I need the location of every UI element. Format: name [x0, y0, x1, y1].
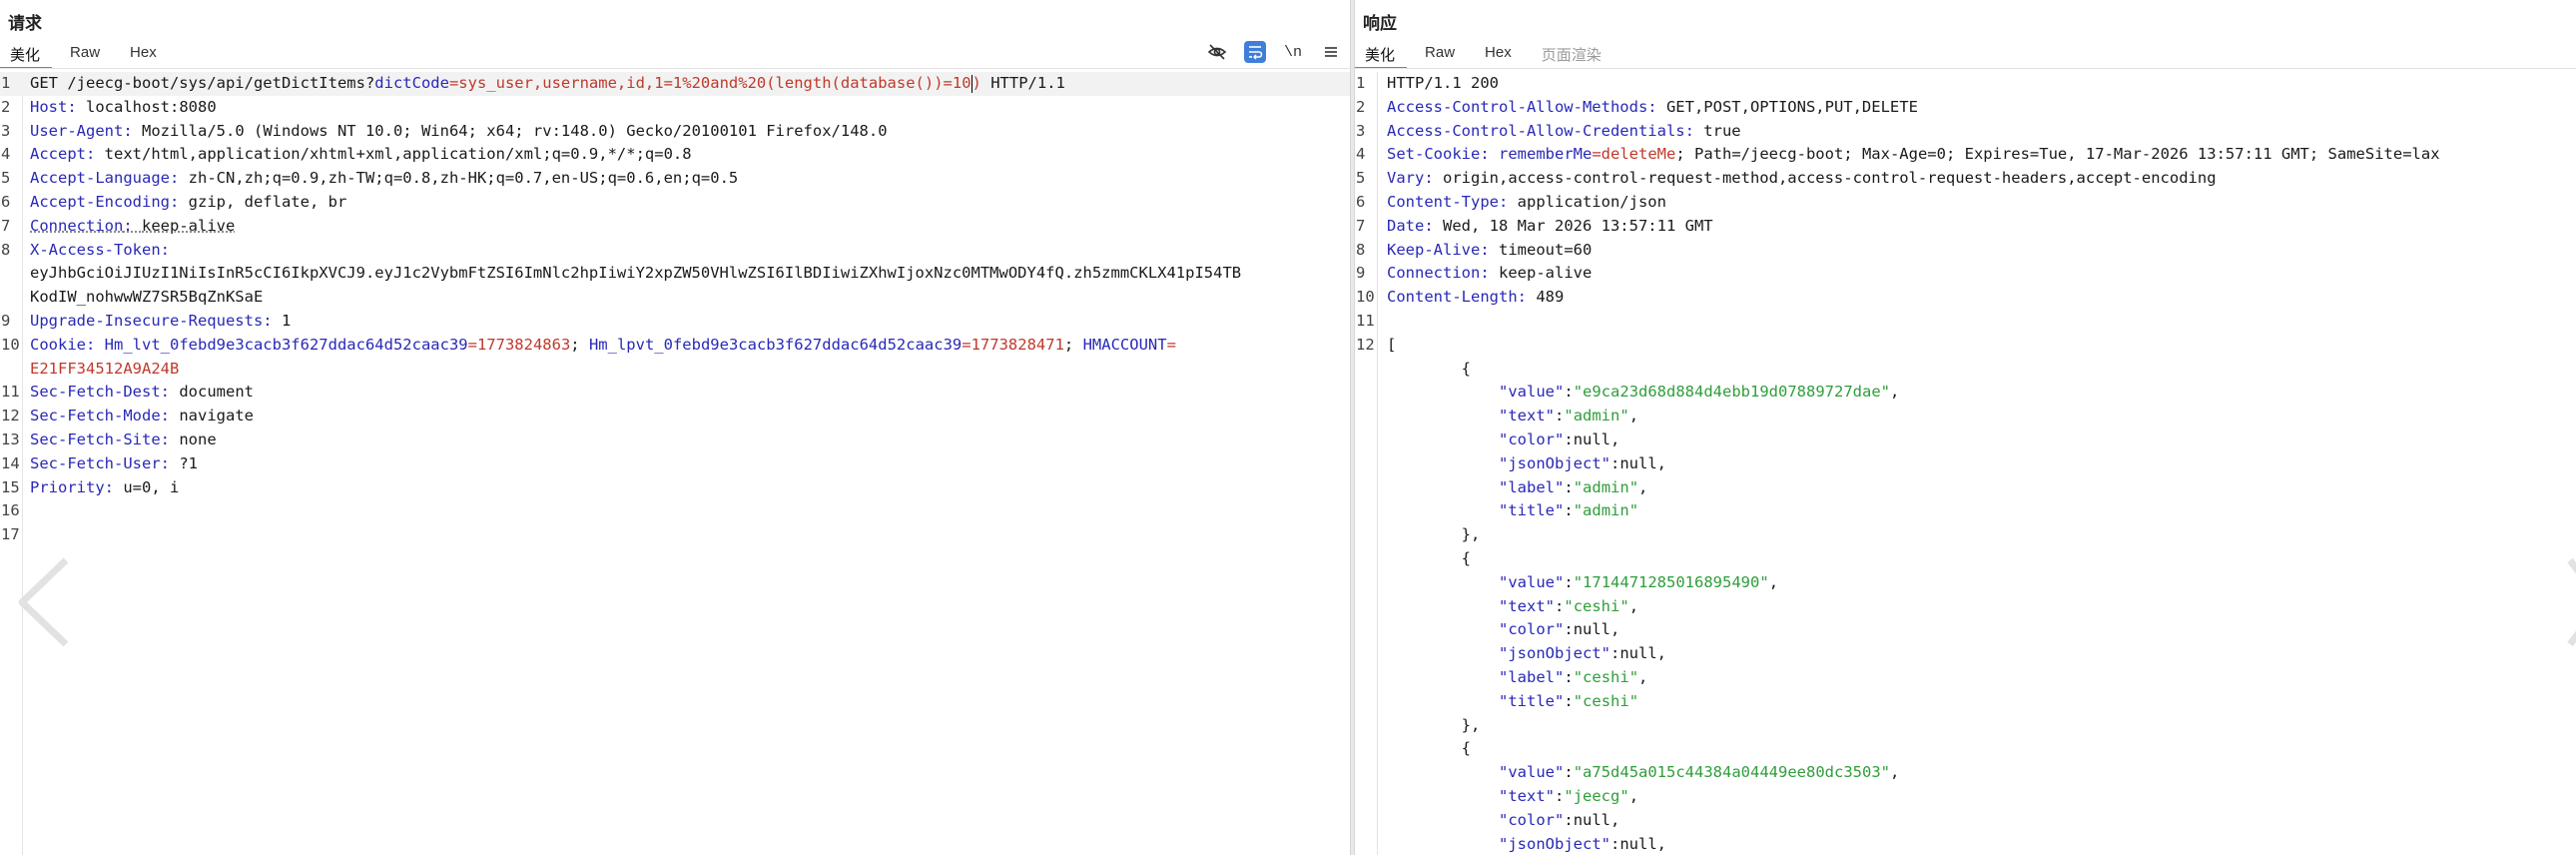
empty-line: 17	[1, 525, 20, 544]
json-line: "jsonObject":null,	[1498, 644, 1667, 663]
header-line: 7 Date: Wed, 18 Mar 2026 13:57:11 GMT	[1356, 216, 1713, 235]
request-title: 请求	[8, 14, 42, 33]
tab-pretty[interactable]: 美化	[0, 40, 60, 69]
newline-toggle-icon[interactable]: \n	[1282, 41, 1304, 63]
json-line: "text":"jeecg",	[1498, 786, 1639, 805]
header-line: 3 User-Agent: Mozilla/5.0 (Windows NT 10.…	[1, 121, 888, 140]
header-line: 6 Accept-Encoding: gzip, deflate, br	[1, 192, 347, 211]
header-line: 11 Sec-Fetch-Dest: document	[1, 383, 254, 402]
header-line: 4 Set-Cookie: rememberMe=deleteMe; Path=/…	[1356, 145, 2440, 164]
request-editor[interactable]: 1 GET /jeecg-boot/sys/api/getDictItems?di…	[0, 72, 1350, 855]
json-line: "jsonObject":null,	[1498, 453, 1667, 472]
header-line: 5 Vary: origin,access-control-request-met…	[1356, 169, 2217, 188]
json-line: },	[1387, 715, 1481, 734]
tab-hex[interactable]: Hex	[120, 40, 177, 68]
json-line: "text":"ceshi",	[1498, 596, 1639, 615]
token-line: KodIW_nohwwWZ7SR5BqZnKSaE	[30, 288, 264, 307]
response-pane: 响应 美化 Raw Hex 页面渲染 1 HTTP/1.1 200 2 Access…	[1355, 0, 2576, 855]
token-line: eyJhbGciOiJIUzI1NiIsInR5cCI6IkpXVCJ9.eyJ…	[30, 264, 1242, 283]
response-tabs: 美化 Raw Hex 页面渲染	[1355, 40, 1621, 69]
header-line: 12 Sec-Fetch-Mode: navigate	[1, 407, 254, 426]
header-line: 3 Access-Control-Allow-Credentials: true	[1356, 121, 1741, 140]
json-line: {	[1387, 739, 1471, 758]
header-line: 10 Content-Length: 489	[1356, 288, 1565, 307]
header-line: 2 Host: localhost:8080	[1, 97, 217, 116]
hide-icon[interactable]	[1206, 41, 1228, 63]
header-line: 15 Priority: u=0, i	[1, 477, 180, 496]
json-line: "value":"e9ca23d68d884d4ebb19d07889727da…	[1498, 383, 1900, 402]
request-pane: 请求 美化 Raw Hex \n 1 GET /jeecg-boot/sys/ap…	[0, 0, 1350, 855]
next-arrow-icon[interactable]	[2566, 554, 2576, 655]
tabs-underline	[0, 68, 1350, 69]
header-line: 8 X-Access-Token:	[1, 240, 170, 259]
json-line: "text":"admin",	[1498, 407, 1639, 426]
tab-render[interactable]: 页面渲染	[1532, 40, 1621, 68]
header-line: 9 Connection: keep-alive	[1356, 264, 1593, 283]
tabs-underline	[1355, 68, 2576, 69]
json-line: "title":"ceshi"	[1498, 691, 1639, 710]
request-tabs: 美化 Raw Hex	[0, 40, 177, 69]
json-line: {	[1387, 548, 1471, 567]
header-line: 6 Content-Type: application/json	[1356, 192, 1666, 211]
request-line: 1 GET /jeecg-boot/sys/api/getDictItems?di…	[0, 72, 1350, 96]
previous-arrow-icon[interactable]	[14, 554, 70, 655]
json-line: "color":null,	[1498, 620, 1620, 639]
tab-raw[interactable]: Raw	[1415, 40, 1475, 68]
json-line: "value":"1714471285016895490",	[1498, 572, 1779, 591]
cookie-line: E21FF34512A9A24B	[30, 359, 180, 378]
header-line: 13 Sec-Fetch-Site: none	[1, 429, 217, 448]
response-editor[interactable]: 1 HTTP/1.1 200 2 Access-Control-Allow-Meth…	[1355, 72, 2576, 855]
header-line: 9 Upgrade-Insecure-Requests: 1	[1, 311, 292, 330]
json-line: {	[1387, 359, 1471, 378]
header-line: 2 Access-Control-Allow-Methods: GET,POST,…	[1356, 97, 1918, 116]
header-line: 14 Sec-Fetch-User: ?1	[1, 453, 198, 472]
request-toolbar: \n	[1206, 40, 1342, 64]
wrap-lines-icon[interactable]	[1244, 41, 1266, 63]
json-line: "color":null,	[1498, 810, 1620, 829]
json-line: "label":"admin",	[1498, 477, 1648, 496]
header-line: 8 Keep-Alive: timeout=60	[1356, 240, 1593, 259]
json-line: 12[	[1356, 335, 1397, 354]
tab-pretty[interactable]: 美化	[1355, 40, 1415, 69]
status-line: 1 HTTP/1.1 200	[1356, 74, 1499, 92]
empty-line: 16	[1, 501, 20, 520]
cookie-line: 10 Cookie: Hm_lvt_0febd9e3cacb3f627ddac64…	[1, 335, 1176, 354]
json-line: "value":"a75d45a015c44384a04449ee80dc350…	[1498, 763, 1900, 782]
json-line: "title":"admin"	[1498, 501, 1639, 520]
menu-icon[interactable]	[1320, 41, 1342, 63]
json-line: },	[1387, 525, 1481, 544]
response-title: 响应	[1363, 14, 1397, 33]
json-line: "color":null,	[1498, 429, 1620, 448]
header-line: 4 Accept: text/html,application/xhtml+xml…	[1, 145, 692, 164]
header-line: 5 Accept-Language: zh-CN,zh;q=0.9,zh-TW;q…	[1, 169, 739, 188]
tab-hex[interactable]: Hex	[1475, 40, 1532, 68]
json-line: "label":"ceshi",	[1498, 667, 1648, 686]
header-line: 7 Connection: keep-alive	[1, 216, 236, 235]
tab-raw[interactable]: Raw	[60, 40, 120, 68]
json-line: "jsonObject":null,	[1498, 834, 1667, 853]
empty-line: 11	[1356, 311, 1375, 330]
